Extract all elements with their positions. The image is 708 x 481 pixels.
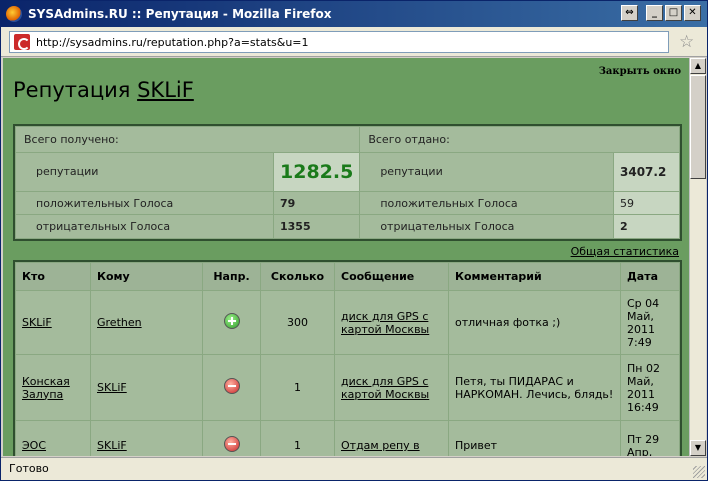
scroll-up-arrow-icon[interactable]: ▲ <box>690 58 706 74</box>
given-reputation-value: 3407.2 <box>613 152 680 192</box>
to-link[interactable]: SKLiF <box>97 381 127 394</box>
comment-cell: Петя, ты ПИДАРАС и НАРКОМАН. Лечись, бля… <box>448 354 621 421</box>
message-link[interactable]: Отдам репу в <box>341 439 420 452</box>
url-text[interactable]: http://sysadmins.ru/reputation.php?a=sta… <box>36 36 309 49</box>
given-positive-label: положительных Голоса <box>359 190 614 216</box>
given-reputation-label: репутации <box>359 152 614 192</box>
received-reputation-value: 1282.5 <box>272 152 361 192</box>
table-header-row: Кто Кому Напр. Сколько Сообщение Коммент… <box>15 262 680 291</box>
comment-cell: Привет <box>448 420 621 456</box>
scroll-thumb[interactable] <box>690 75 706 179</box>
bookmark-star-icon[interactable]: ☆ <box>679 33 694 51</box>
given-negative-value: 2 <box>613 214 680 239</box>
col-direction: Напр. <box>202 262 261 291</box>
title-bar: SYSAdmins.RU :: Репутация - Mozilla Fire… <box>1 1 707 27</box>
who-link[interactable]: Конская Залупа <box>22 375 70 401</box>
page-title-user-link[interactable]: SKLiF <box>137 78 194 102</box>
status-bar: Готово <box>1 457 707 480</box>
received-header: Всего получено: <box>14 126 361 153</box>
table-row: ЭОС SKLiF 1 Отдам репу в Привет Пт 29 Ап… <box>15 420 680 456</box>
col-who: Кто <box>15 262 91 291</box>
restore-size-button[interactable]: ⇔ <box>621 5 638 21</box>
amount-cell: 300 <box>260 290 335 355</box>
amount-cell: 1 <box>260 420 335 456</box>
reputation-history-table: Кто Кому Напр. Сколько Сообщение Коммент… <box>13 260 682 456</box>
comment-cell: отличная фотка ;) <box>448 290 621 355</box>
to-link[interactable]: Grethen <box>97 316 142 329</box>
page-title: Репутация SKLiF <box>13 78 194 102</box>
received-reputation-label: репутации <box>15 152 274 192</box>
message-link[interactable]: диск для GPS с картой Москвы <box>341 310 429 336</box>
reputation-summary: Всего получено: Всего отдано: репутации … <box>13 124 682 241</box>
close-button[interactable]: ✕ <box>684 5 701 21</box>
date-cell: Ср 04 Май, 2011 7:49 <box>620 290 680 355</box>
col-comment: Комментарий <box>448 262 621 291</box>
table-row: Конская Залупа SKLiF 1 диск для GPS с ка… <box>15 354 680 421</box>
minus-icon <box>223 378 240 394</box>
browser-window: SYSAdmins.RU :: Репутация - Mozilla Fire… <box>0 0 708 481</box>
page-content: Закрыть окно Репутация SKLiF Всего получ… <box>3 58 689 456</box>
firefox-icon <box>6 6 22 22</box>
url-field[interactable]: http://sysadmins.ru/reputation.php?a=sta… <box>9 31 669 53</box>
minus-icon <box>223 436 240 452</box>
site-favicon-icon <box>14 34 30 50</box>
to-link[interactable]: SKLiF <box>97 439 127 452</box>
col-amount: Сколько <box>260 262 335 291</box>
address-bar: http://sysadmins.ru/reputation.php?a=sta… <box>1 27 707 57</box>
page-title-prefix: Репутация <box>13 78 138 102</box>
who-link[interactable]: ЭОС <box>22 439 46 452</box>
col-date: Дата <box>620 262 680 291</box>
given-header: Всего отдано: <box>359 126 680 153</box>
received-positive-label: положительных Голоса <box>15 190 274 216</box>
resize-grip-icon[interactable] <box>693 466 705 478</box>
maximize-button[interactable]: □ <box>665 5 682 21</box>
window-controls: ⇔ _ □ ✕ <box>621 5 701 21</box>
given-positive-value: 59 <box>613 190 680 216</box>
given-negative-label: отрицательных Голоса <box>359 214 614 239</box>
plus-icon <box>223 313 240 329</box>
received-negative-label: отрицательных Голоса <box>15 214 274 239</box>
received-positive-value: 79 <box>272 190 361 216</box>
general-stats-link[interactable]: Общая статистика <box>571 245 679 258</box>
scroll-down-arrow-icon[interactable]: ▼ <box>690 440 706 456</box>
received-negative-value: 1355 <box>272 214 361 239</box>
status-text: Готово <box>9 462 49 475</box>
minimize-button[interactable]: _ <box>646 5 663 21</box>
table-row: SKLiF Grethen 300 диск для GPS с картой … <box>15 290 680 355</box>
vertical-scrollbar[interactable]: ▲ ▼ <box>689 58 706 456</box>
who-link[interactable]: SKLiF <box>22 316 52 329</box>
col-to: Кому <box>90 262 203 291</box>
window-title: SYSAdmins.RU :: Репутация - Mozilla Fire… <box>28 7 332 21</box>
col-message: Сообщение <box>334 262 449 291</box>
amount-cell: 1 <box>260 354 335 421</box>
date-cell: Пн 02 Май, 2011 16:49 <box>620 354 680 421</box>
message-link[interactable]: диск для GPS с картой Москвы <box>341 375 429 401</box>
date-cell: Пт 29 Апр, <box>620 420 680 456</box>
close-window-link[interactable]: Закрыть окно <box>599 66 681 77</box>
